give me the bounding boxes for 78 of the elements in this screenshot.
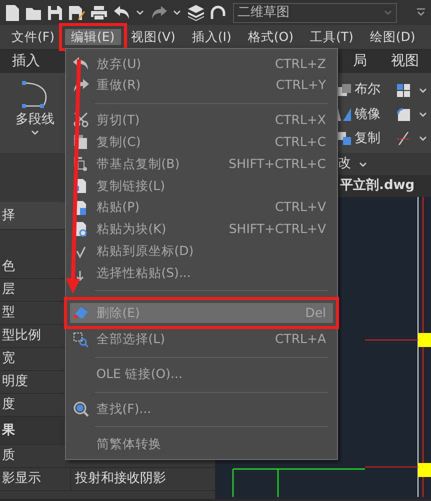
arc-icon[interactable] [210,4,226,20]
menu-item[interactable]: 绘图(D) [364,26,420,48]
ribbon-tab[interactable]: 局 [341,50,379,72]
new-file-icon[interactable] [6,4,19,20]
ribbon-tab[interactable]: 插入 [0,50,52,72]
grip-marker[interactable] [418,463,431,477]
menu-item[interactable]: 剪切(T) CTRL+X [69,110,334,132]
open-folder-icon[interactable] [26,6,42,20]
caret-icon[interactable] [136,9,144,16]
caret-icon[interactable] [359,160,367,168]
paste-block-icon [73,221,89,238]
menu-item[interactable]: 查找(F)... [69,398,334,420]
scissors-icon [73,112,89,128]
caret-icon [384,9,392,16]
menu-item[interactable]: 复制(C) CTRL+C [69,131,334,154]
property-label: 明度 [1,373,29,392]
menu-item[interactable]: 重做(R) CTRL+Y [69,74,334,97]
layers-icon[interactable] [188,4,204,20]
save-as-icon[interactable] [68,4,84,20]
panel-title: 改 [338,155,351,174]
grip-marker[interactable] [418,333,431,347]
copy-icon [73,134,89,150]
tool-label[interactable]: 镜像 [354,104,380,124]
menu-item[interactable]: 格式(O) [242,26,298,48]
menu-item[interactable]: 粘贴为块(K) SHIFT+CTRL+V [69,218,334,240]
property-value[interactable]: 投射和接收阴影 [70,468,166,490]
menu-item[interactable]: 工具(T) [304,26,358,48]
caret-icon[interactable] [419,86,427,94]
section-title: 果 [0,422,16,440]
copy-base-point-icon [73,156,89,172]
find-icon [73,401,89,418]
menu-item[interactable]: 选择性粘贴(S)... [69,262,334,284]
property-label: 度 [1,396,16,414]
property-label: 宽 [1,350,16,368]
caret-icon[interactable] [31,129,39,136]
menu-item[interactable]: 文件(F) [6,26,60,48]
menu-item[interactable]: 简繁体转换 [69,433,334,456]
menu-item[interactable]: 放弃(U) CTRL+Z [69,53,334,75]
grid-icon[interactable] [396,84,410,96]
menu-item[interactable]: 粘贴(P) CTRL+V [69,196,334,219]
property-label: 影显示 [1,470,42,488]
customize-toolbar-icon[interactable] [417,8,425,18]
property-label: 型 [1,304,16,322]
print-icon[interactable] [91,6,107,20]
menu-item[interactable]: 视图(V) [126,26,180,48]
property-label: 质 [1,447,16,466]
menu-item[interactable]: 全部选择(L) CTRL+A [69,328,334,351]
undo-icon[interactable] [114,6,130,19]
ribbon-tab[interactable]: 视图 [379,50,431,72]
menu-item[interactable]: 复制链接(L) [69,174,334,197]
save-icon[interactable] [48,6,62,20]
property-label: 色 [1,258,16,276]
axis-line [364,466,418,468]
property-label: 层 [1,281,16,300]
redo-icon[interactable] [150,6,166,19]
tool-label[interactable]: 布尔 [354,80,380,100]
property-label: 型比例 [1,327,42,346]
menu-item[interactable]: 删除(E) Del [64,296,339,329]
select-all-icon [73,332,89,348]
menu-item[interactable]: 粘贴到原坐标(D) [69,240,334,262]
trim-icon[interactable] [396,132,410,145]
caret-icon[interactable] [419,135,427,142]
eraser-icon [73,304,89,321]
workspace-dropdown[interactable]: 二维草图 [232,2,396,22]
fillet-icon[interactable] [396,108,410,121]
menu-item[interactable]: 插入(I) [186,26,236,48]
menu-item[interactable]: 带基点复制(B) SHIFT+CTRL+C [69,153,334,175]
caret-icon[interactable] [419,110,427,118]
caret-icon[interactable] [173,9,181,16]
copy-icon[interactable] [338,132,352,145]
redo-icon [73,78,89,94]
property-label: 择 [1,206,16,225]
tool-label[interactable]: 复制 [354,128,380,148]
mirror-icon[interactable] [338,108,352,121]
undo-icon [73,56,89,72]
menu-item[interactable]: OLE 链接(O)... [69,364,334,386]
tool-label: 多段线 [16,110,54,128]
union-icon[interactable] [338,84,352,96]
